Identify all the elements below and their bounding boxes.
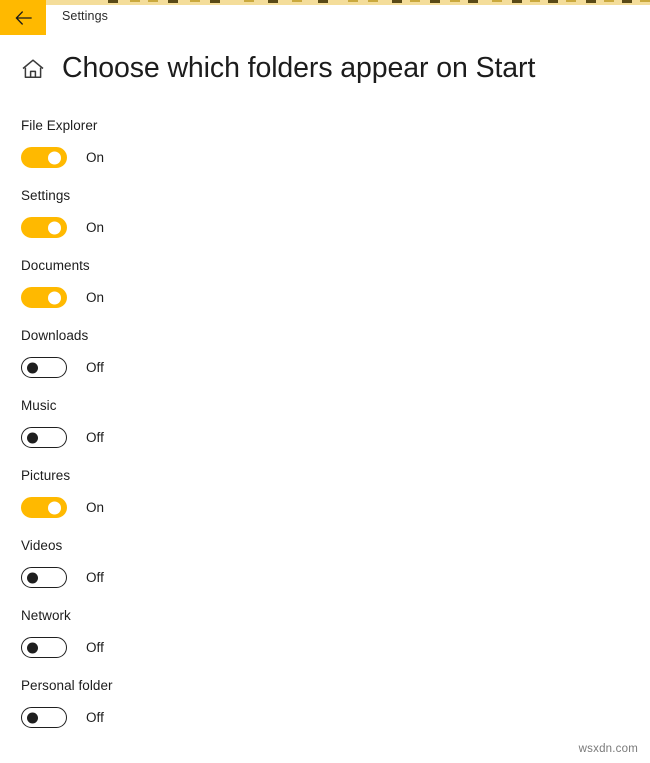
toggle-switch[interactable]	[21, 567, 67, 588]
toggle-switch[interactable]	[21, 357, 67, 378]
toggle-state-label: Off	[86, 360, 104, 375]
setting-label: Personal folder	[21, 678, 113, 693]
app-header: Settings	[0, 0, 650, 35]
setting-item-music: Music Off	[21, 398, 621, 468]
toggle-row: On	[21, 287, 621, 308]
toggle-switch[interactable]	[21, 287, 67, 308]
toggle-row: Off	[21, 637, 621, 658]
toggle-state-label: Off	[86, 640, 104, 655]
setting-label: Music	[21, 398, 57, 413]
toggle-knob	[27, 642, 38, 653]
setting-item-videos: Videos Off	[21, 538, 621, 608]
page-title: Choose which folders appear on Start	[62, 52, 536, 84]
toggle-state-label: On	[86, 290, 105, 305]
toggle-row: Off	[21, 567, 621, 588]
setting-item-personal-folder: Personal folder Off	[21, 678, 621, 748]
setting-label: Documents	[21, 258, 90, 273]
watermark: wsxdn.com	[578, 743, 638, 755]
toggle-row: On	[21, 217, 621, 238]
toggle-knob	[27, 362, 38, 373]
toggle-switch[interactable]	[21, 427, 67, 448]
toggle-knob	[27, 572, 38, 583]
toggle-row: Off	[21, 427, 621, 448]
setting-label: Videos	[21, 538, 63, 553]
toggle-state-label: On	[86, 220, 105, 235]
setting-item-documents: Documents On	[21, 258, 621, 328]
setting-label: Network	[21, 608, 71, 623]
toggle-switch[interactable]	[21, 637, 67, 658]
toggle-state-label: Off	[86, 570, 104, 585]
setting-item-pictures: Pictures On	[21, 468, 621, 538]
toggle-knob	[48, 221, 61, 234]
setting-label: File Explorer	[21, 118, 98, 133]
toggle-row: On	[21, 147, 621, 168]
toggle-state-label: On	[86, 500, 105, 515]
setting-label: Settings	[21, 188, 71, 203]
toggle-row: Off	[21, 357, 621, 378]
toggle-knob	[27, 432, 38, 443]
toggle-knob	[27, 712, 38, 723]
home-icon	[18, 54, 48, 84]
toggle-switch[interactable]	[21, 707, 67, 728]
toggle-row: On	[21, 497, 621, 518]
setting-label: Pictures	[21, 468, 71, 483]
toggle-state-label: Off	[86, 430, 104, 445]
toggle-switch[interactable]	[21, 217, 67, 238]
toggle-state-label: On	[86, 150, 105, 165]
toggle-knob	[48, 151, 61, 164]
app-title: Settings	[62, 9, 108, 23]
toggle-state-label: Off	[86, 710, 104, 725]
toggle-switch[interactable]	[21, 147, 67, 168]
setting-item-downloads: Downloads Off	[21, 328, 621, 398]
page-title-row: Choose which folders appear on Start	[18, 52, 535, 85]
arrow-left-icon	[14, 10, 32, 25]
toggle-knob	[48, 501, 61, 514]
toggle-switch[interactable]	[21, 497, 67, 518]
setting-item-file-explorer: File Explorer On	[21, 118, 621, 188]
folder-settings-list: File Explorer On Settings On Documents On Down…	[21, 118, 621, 748]
toggle-row: Off	[21, 707, 621, 728]
toggle-knob	[48, 291, 61, 304]
back-button[interactable]	[0, 0, 46, 35]
setting-label: Downloads	[21, 328, 89, 343]
setting-item-network: Network Off	[21, 608, 621, 678]
setting-item-settings: Settings On	[21, 188, 621, 258]
